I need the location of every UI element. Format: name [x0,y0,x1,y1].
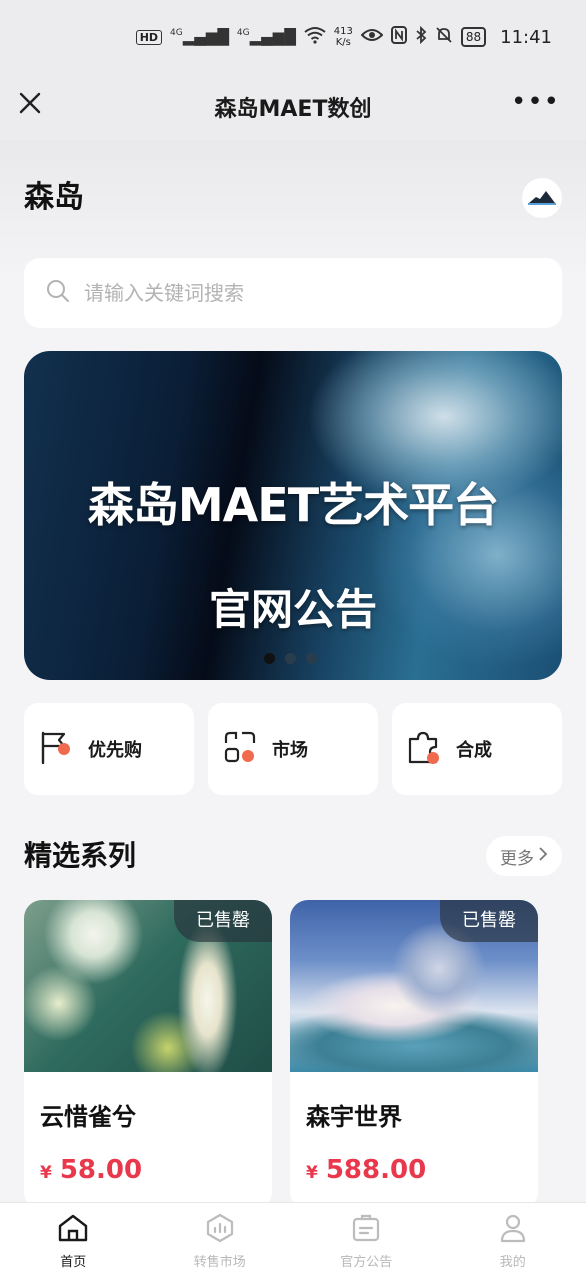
quick-action-priority[interactable]: 优先购 [24,703,194,795]
collection-list: 已售罄 云惜雀兮 ¥58.00 已售罄 森宇世界 ¥588.00 [24,900,562,1210]
close-icon[interactable] [18,91,42,115]
bluetooth-icon [415,25,427,48]
network-speed-value: 413 [333,26,353,37]
tab-label: 官方公告 [340,1255,393,1270]
banner-subtitle: 官网公告 [208,585,377,634]
banner-carousel[interactable]: 森岛MAET艺术平台 官网公告 [24,351,562,680]
collection-image: 已售罄 [290,900,538,1072]
home-icon [57,1213,89,1247]
network-speed-unit: K/s [335,37,351,48]
collection-card[interactable]: 已售罄 云惜雀兮 ¥58.00 [24,900,272,1210]
tab-announcements[interactable]: 官方公告 [293,1203,440,1274]
quick-action-synthesize[interactable]: 合成 [392,703,562,795]
more-label: 更多 [500,848,534,869]
price-value: 588.00 [325,1155,427,1185]
collection-card[interactable]: 已售罄 森宇世界 ¥588.00 [290,900,538,1210]
brand-title: 森岛 [24,180,84,215]
quick-actions: 优先购 市场 合成 [24,703,562,795]
signal-icon: 4G▂▄▆█ [170,28,229,46]
hd-indicator: HD [135,29,163,45]
collection-name: 云惜雀兮 [40,1103,136,1131]
mute-icon [435,26,453,48]
collection-price: ¥58.00 [40,1155,142,1185]
section-title: 精选系列 [24,839,137,872]
tab-home[interactable]: 首页 [0,1203,147,1274]
top-navbar: 森岛MAET数创 ••• [0,74,586,140]
market-icon [222,729,258,769]
currency-symbol: ¥ [40,1163,52,1183]
nfc-icon [390,26,407,48]
puzzle-icon [406,729,442,769]
sold-out-badge: 已售罄 [440,900,538,942]
sold-out-badge: 已售罄 [174,900,272,942]
carousel-dots [264,653,317,664]
clock: 11:41 [500,26,552,48]
quick-action-label: 合成 [456,740,492,761]
quick-action-label: 市场 [272,740,308,761]
featured-section-header: 精选系列 更多 [24,836,562,876]
collection-image: 已售罄 [24,900,272,1072]
chevron-right-icon [538,846,548,866]
tab-resale-market[interactable]: 转售市场 [147,1203,294,1274]
status-bar: HD 4G▂▄▆█ 4G▂▄▆█ 413 K/s 88 11:41 [0,0,586,74]
quick-action-market[interactable]: 市场 [208,703,378,795]
tab-label: 我的 [499,1255,526,1270]
collection-name: 森宇世界 [306,1103,402,1131]
more-icon[interactable]: ••• [511,89,560,115]
more-button[interactable]: 更多 [486,836,562,876]
carousel-dot[interactable] [264,653,275,664]
signal-icon-2: 4G▂▄▆█ [236,28,296,46]
signal-label-2: 4G [236,28,250,38]
carousel-dot[interactable] [306,653,317,664]
search-icon [46,279,70,307]
flag-icon [38,729,74,769]
avatar[interactable] [522,178,562,218]
page-title: 森岛MAET数创 [214,97,372,122]
eye-icon [360,28,384,46]
tab-profile[interactable]: 我的 [440,1203,586,1274]
quick-action-label: 优先购 [88,740,142,761]
tab-label: 转售市场 [193,1255,246,1270]
banner-title: 森岛MAET艺术平台 [87,478,499,532]
carousel-dot[interactable] [285,653,296,664]
brand-header: 森岛 [24,176,562,220]
announcement-icon [351,1213,381,1247]
tab-label: 首页 [60,1255,87,1270]
collection-price: ¥588.00 [306,1155,426,1185]
bottom-tabbar: 首页 转售市场 官方公告 我的 [0,1202,586,1274]
price-value: 58.00 [59,1155,143,1185]
wifi-icon [304,26,326,48]
resale-icon [205,1213,235,1247]
battery-indicator: 88 [460,27,487,47]
profile-icon [498,1213,528,1247]
network-speed: 413 K/s [334,26,353,48]
home-content: 森岛 森岛MAET艺术平台 官网公告 优先购 市场 [0,140,586,1210]
search-input[interactable] [84,281,524,305]
currency-symbol: ¥ [306,1163,318,1183]
search-bar[interactable] [24,258,562,328]
signal-label: 4G [170,28,183,38]
